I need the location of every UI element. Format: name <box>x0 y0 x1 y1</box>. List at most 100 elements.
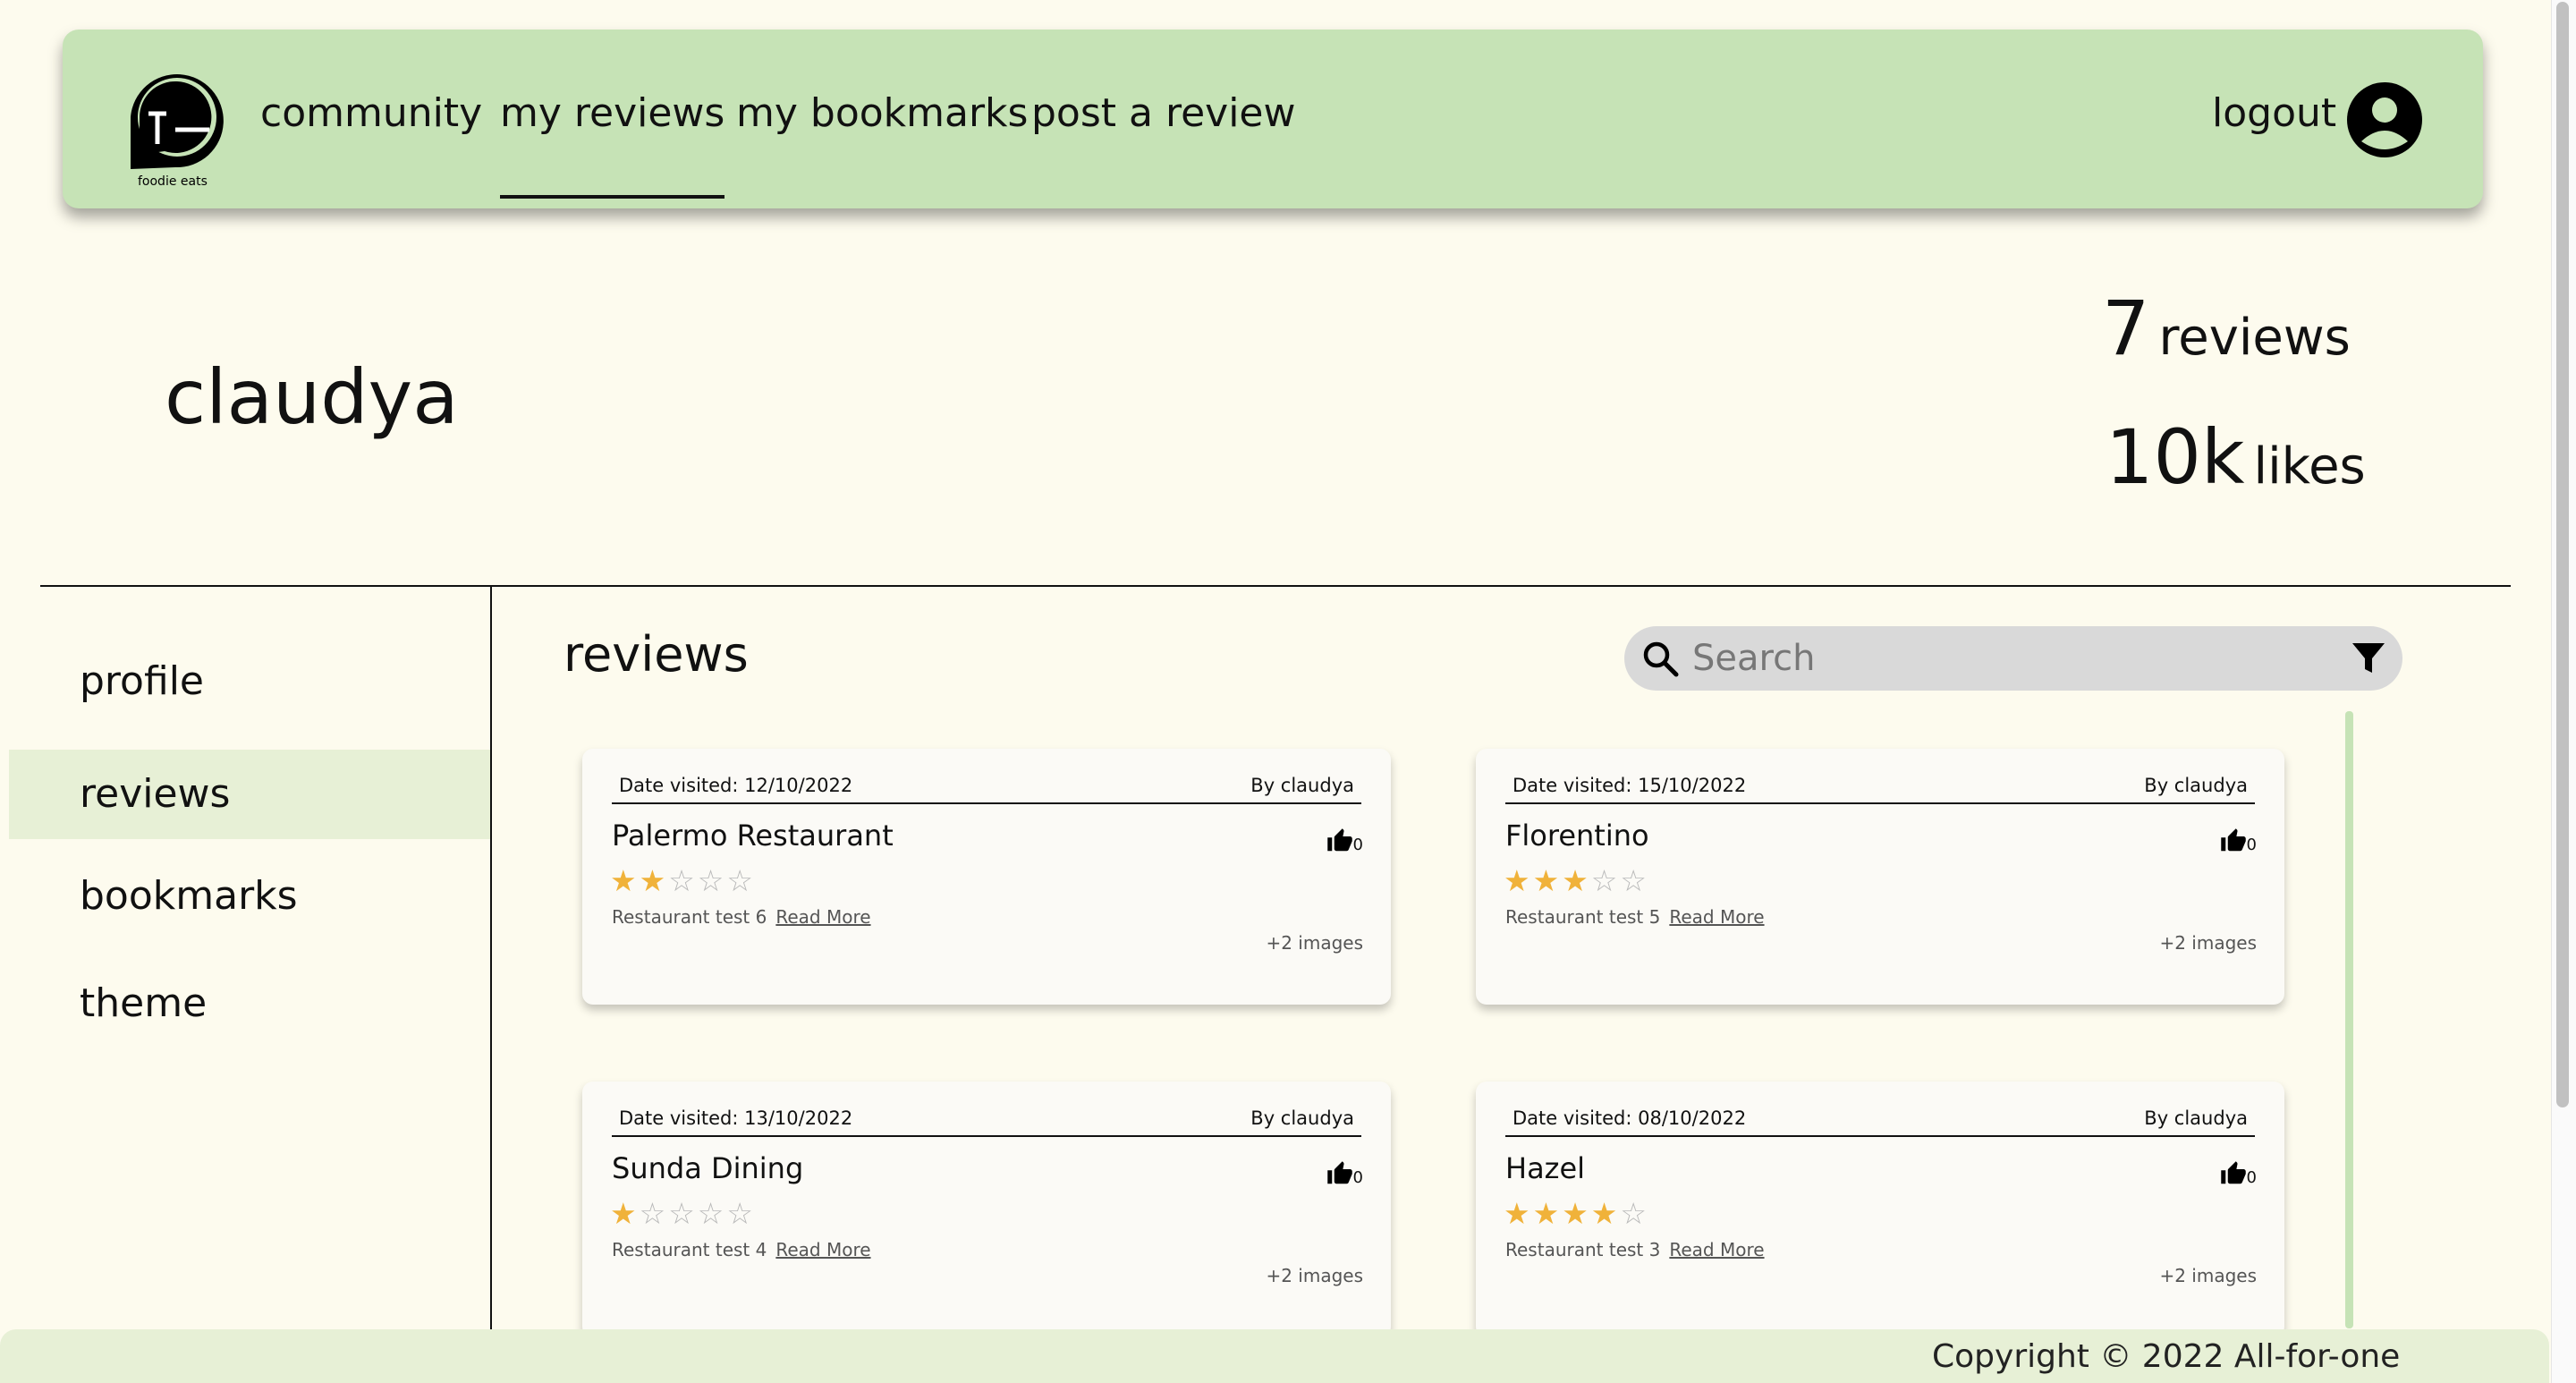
section-title: reviews <box>564 626 749 683</box>
read-more-link[interactable]: Read More <box>775 1239 870 1260</box>
star-empty-icon: ☆ <box>1620 1196 1649 1231</box>
review-count: 7 <box>2102 284 2150 372</box>
image-count: +2 images <box>2159 932 2257 954</box>
review-date: Date visited: 15/10/2022 <box>1513 775 1747 796</box>
like-count: 0 <box>2246 836 2257 854</box>
star-filled-icon: ★ <box>1590 1196 1621 1231</box>
star-empty-icon: ☆ <box>726 1196 756 1231</box>
review-date: Date visited: 13/10/2022 <box>619 1107 853 1129</box>
like-button[interactable]: 0 <box>2220 1160 2257 1187</box>
review-author: By claudya <box>1250 1107 1354 1129</box>
review-description: Restaurant test 3 <box>1505 1239 1661 1260</box>
star-filled-icon: ★ <box>1504 863 1533 898</box>
review-author: By claudya <box>2144 1107 2248 1129</box>
card-divider <box>612 802 1361 804</box>
star-empty-icon: ☆ <box>1590 863 1621 898</box>
like-button[interactable]: 0 <box>1326 827 1363 854</box>
review-count-unit: reviews <box>2158 309 2351 367</box>
restaurant-name: Palermo Restaurant <box>612 819 894 853</box>
nav-my-bookmarks[interactable]: my bookmarks <box>736 90 1028 136</box>
star-filled-icon: ★ <box>1504 1196 1533 1231</box>
account-circle-icon[interactable] <box>2345 81 2424 159</box>
restaurant-name: Sunda Dining <box>612 1151 804 1185</box>
restaurant-name: Hazel <box>1505 1151 1586 1185</box>
foodie-eats-logo[interactable]: foodie eats <box>111 55 245 189</box>
section-divider <box>40 585 2511 587</box>
review-card[interactable]: Date visited: 12/10/2022 By claudya Pale… <box>582 749 1391 1005</box>
thumbs-up-icon <box>2220 828 2246 852</box>
star-empty-icon: ☆ <box>668 863 698 898</box>
star-filled-icon: ★ <box>1562 863 1591 898</box>
star-empty-icon: ☆ <box>668 1196 698 1231</box>
copyright-text: Copyright © 2022 All-for-one <box>1932 1338 2401 1375</box>
image-count: +2 images <box>2159 1265 2257 1286</box>
star-empty-icon: ☆ <box>726 863 756 898</box>
star-rating: ★☆☆☆☆ <box>610 1196 756 1231</box>
read-more-link[interactable]: Read More <box>1669 906 1764 928</box>
sidebar-item-profile[interactable]: profile <box>9 637 490 726</box>
read-more-link[interactable]: Read More <box>1669 1239 1764 1260</box>
sidebar-divider <box>490 587 492 1329</box>
star-filled-icon: ★ <box>610 863 640 898</box>
top-navbar: foodie eats community my reviews my book… <box>63 30 2483 208</box>
star-filled-icon: ★ <box>1562 1196 1591 1231</box>
likes-count-unit: likes <box>2253 437 2366 496</box>
review-text: Restaurant test 3 Read More <box>1505 1239 1765 1260</box>
review-description: Restaurant test 4 <box>612 1239 767 1260</box>
star-rating: ★★☆☆☆ <box>610 863 756 898</box>
thumbs-up-icon <box>1326 828 1352 852</box>
star-empty-icon: ☆ <box>639 1196 669 1231</box>
page-scrollbar-thumb[interactable] <box>2556 2 2569 1107</box>
profile-username: claudya <box>165 353 459 441</box>
likes-count-stat: 10k likes <box>2106 413 2366 501</box>
review-card[interactable]: Date visited: 08/10/2022 By claudya Haze… <box>1476 1082 2284 1337</box>
review-card[interactable]: Date visited: 15/10/2022 By claudya Flor… <box>1476 749 2284 1005</box>
star-filled-icon: ★ <box>639 863 669 898</box>
star-filled-icon: ★ <box>1532 1196 1563 1231</box>
star-rating: ★★★★☆ <box>1504 1196 1649 1231</box>
card-divider <box>612 1135 1361 1137</box>
review-text: Restaurant test 6 Read More <box>612 906 871 928</box>
review-card[interactable]: Date visited: 13/10/2022 By claudya Sund… <box>582 1082 1391 1337</box>
read-more-link[interactable]: Read More <box>775 906 870 928</box>
like-count: 0 <box>2246 1168 2257 1187</box>
search-input[interactable] <box>1692 632 2318 685</box>
likes-count: 10k <box>2106 413 2245 501</box>
filter-icon[interactable] <box>2351 641 2386 676</box>
logo-text: foodie eats <box>138 174 208 189</box>
review-date: Date visited: 08/10/2022 <box>1513 1107 1747 1129</box>
sidebar-item-bookmarks[interactable]: bookmarks <box>9 852 490 941</box>
nav-my-reviews[interactable]: my reviews <box>500 90 725 199</box>
restaurant-name: Florentino <box>1505 819 1649 853</box>
reviews-scrollbar[interactable] <box>2345 711 2353 1328</box>
sidebar-item-reviews[interactable]: reviews <box>9 750 490 839</box>
image-count: +2 images <box>1266 932 1363 954</box>
nav-post-a-review[interactable]: post a review <box>1031 90 1295 136</box>
card-divider <box>1505 1135 2255 1137</box>
sidebar-item-theme[interactable]: theme <box>9 959 490 1048</box>
star-filled-icon: ★ <box>610 1196 640 1231</box>
review-author: By claudya <box>1250 775 1354 796</box>
nav-community[interactable]: community <box>260 90 482 136</box>
card-divider <box>1505 802 2255 804</box>
like-button[interactable]: 0 <box>1326 1160 1363 1187</box>
logout-link[interactable]: logout <box>2212 90 2336 136</box>
thumbs-up-icon <box>1326 1161 1352 1184</box>
review-author: By claudya <box>2144 775 2248 796</box>
star-empty-icon: ☆ <box>697 1196 727 1231</box>
image-count: +2 images <box>1266 1265 1363 1286</box>
footer: Copyright © 2022 All-for-one <box>0 1329 2549 1383</box>
search-bar <box>1624 626 2402 691</box>
star-filled-icon: ★ <box>1532 863 1563 898</box>
like-button[interactable]: 0 <box>2220 827 2257 854</box>
review-text: Restaurant test 5 Read More <box>1505 906 1765 928</box>
review-count-stat: 7 reviews <box>2102 284 2351 372</box>
thumbs-up-icon <box>2220 1161 2246 1184</box>
like-count: 0 <box>1352 836 1363 854</box>
star-empty-icon: ☆ <box>697 863 727 898</box>
like-count: 0 <box>1352 1168 1363 1187</box>
star-empty-icon: ☆ <box>1620 863 1649 898</box>
search-icon <box>1643 641 1679 677</box>
star-rating: ★★★☆☆ <box>1504 863 1649 898</box>
review-description: Restaurant test 6 <box>612 906 767 928</box>
